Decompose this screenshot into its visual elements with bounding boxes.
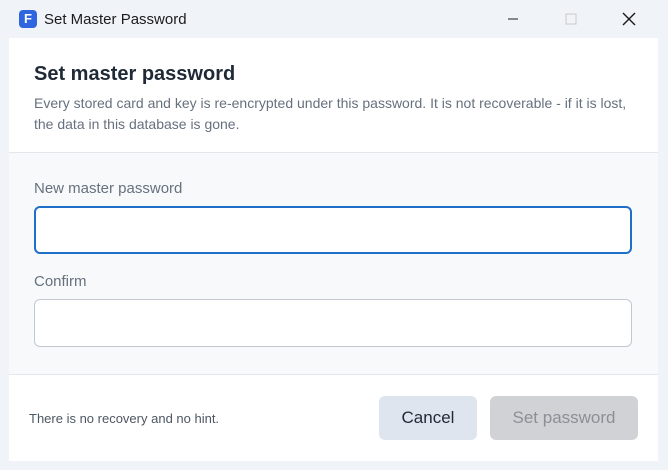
dialog-title: Set master password [34, 63, 236, 85]
close-icon [622, 12, 636, 26]
app-logo-icon: F [19, 10, 37, 28]
confirm-password-field[interactable] [34, 299, 632, 347]
cancel-button[interactable]: Cancel [379, 396, 477, 440]
set-password-button[interactable]: Set password [490, 396, 638, 440]
app-window: F Set Master Password Set master passwor… [0, 0, 668, 470]
dialog-description: Every stored card and key is re-encrypte… [34, 95, 627, 132]
new-password-label: New master password [34, 180, 183, 197]
master-password-dialog: Set master password Every stored card an… [9, 38, 658, 461]
maximize-icon [565, 13, 577, 25]
maximize-button[interactable] [542, 0, 600, 38]
dialog-footer: There is no recovery and no hint. Cancel… [9, 374, 658, 461]
new-password-field[interactable] [34, 206, 632, 254]
window-title: Set Master Password [44, 11, 187, 28]
confirm-password-label: Confirm [34, 273, 87, 290]
no-recovery-note: There is no recovery and no hint. [29, 411, 220, 426]
title-bar: F Set Master Password [0, 0, 668, 38]
close-button[interactable] [600, 0, 658, 38]
minimize-icon [508, 18, 518, 20]
dialog-header: Set master password Every stored card an… [9, 38, 658, 153]
minimize-button[interactable] [484, 0, 542, 38]
